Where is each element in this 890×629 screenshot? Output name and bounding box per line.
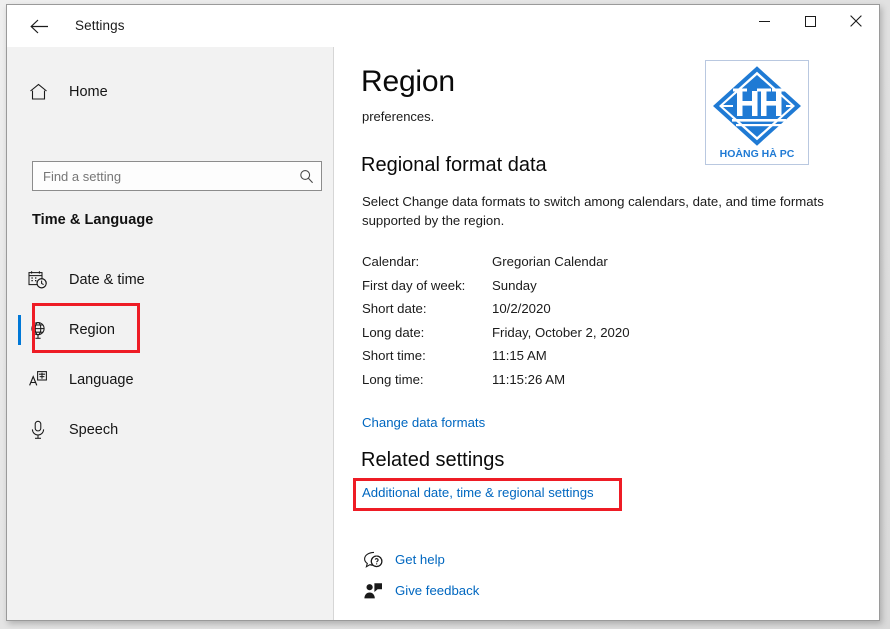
row-key: Short date: [362,301,492,316]
row-key: Short time: [362,348,492,363]
table-row: Short date: 10/2/2020 [362,297,802,321]
app-title: Settings [75,18,125,33]
sidebar-item-region-label: Region [69,322,115,338]
feedback-person-icon [351,582,395,600]
regional-format-table: Calendar: Gregorian Calendar First day o… [362,250,802,391]
additional-date-time-regional-settings-link[interactable]: Additional date, time & regional setting… [362,485,594,500]
main-content: Region preferences. [335,47,880,621]
hoang-ha-pc-logo: HOÀNG HÀ PC [705,60,809,165]
change-data-formats-link[interactable]: Change data formats [362,415,485,430]
sidebar-item-region[interactable]: Region [7,305,333,355]
row-value: 11:15:26 AM [492,372,565,387]
give-feedback-row[interactable]: Give feedback [351,575,651,606]
search-input[interactable] [33,162,291,190]
table-row: First day of week: Sunday [362,274,802,298]
maximize-icon[interactable] [787,5,833,37]
calendar-clock-icon [15,270,61,290]
row-value: 10/2/2020 [492,301,551,316]
page-subtitle: preferences. [362,109,434,124]
help-bubble-icon [351,551,395,569]
search-box[interactable] [32,161,322,191]
sidebar-item-home[interactable]: Home [7,73,333,111]
footer-links: Get help Give feedback [351,544,651,606]
logo-text: HOÀNG HÀ PC [720,147,795,160]
page-title: Region [361,65,455,99]
table-row: Calendar: Gregorian Calendar [362,250,802,274]
regional-format-description: Select Change data formats to switch amo… [362,192,832,230]
globe-icon [15,321,61,340]
settings-window: Settings Home [6,4,880,621]
sidebar-section-title: Time & Language [32,212,153,228]
close-icon[interactable] [833,5,879,37]
give-feedback-link[interactable]: Give feedback [395,583,479,598]
row-value: Friday, October 2, 2020 [492,325,630,340]
row-key: Calendar: [362,254,492,269]
sidebar-nav-list: Date & time Region [7,255,333,455]
table-row: Short time: 11:15 AM [362,344,802,368]
row-key: Long time: [362,372,492,387]
row-key: Long date: [362,325,492,340]
sidebar-item-date-time-label: Date & time [69,272,145,288]
microphone-icon [15,420,61,440]
regional-format-heading: Regional format data [361,154,547,177]
home-icon [15,83,61,101]
back-arrow-icon[interactable] [21,11,57,41]
get-help-link[interactable]: Get help [395,552,445,567]
language-icon [15,370,61,390]
table-row: Long time: 11:15:26 AM [362,368,802,392]
get-help-row[interactable]: Get help [351,544,651,575]
sidebar: Home Time & Language [7,47,334,621]
sidebar-item-speech[interactable]: Speech [7,405,333,455]
row-key: First day of week: [362,278,492,293]
sidebar-item-home-label: Home [69,84,108,100]
minimize-icon[interactable] [741,5,787,37]
title-bar: Settings [7,5,879,47]
sidebar-item-speech-label: Speech [69,422,118,438]
sidebar-item-language-label: Language [69,372,134,388]
related-settings-heading: Related settings [361,449,504,472]
row-value: Gregorian Calendar [492,254,608,269]
desktop-backdrop: Settings Home [0,0,890,629]
row-value: 11:15 AM [492,348,547,363]
sidebar-item-language[interactable]: Language [7,355,333,405]
table-row: Long date: Friday, October 2, 2020 [362,321,802,345]
row-value: Sunday [492,278,537,293]
search-icon[interactable] [291,169,321,184]
sidebar-item-date-time[interactable]: Date & time [7,255,333,305]
